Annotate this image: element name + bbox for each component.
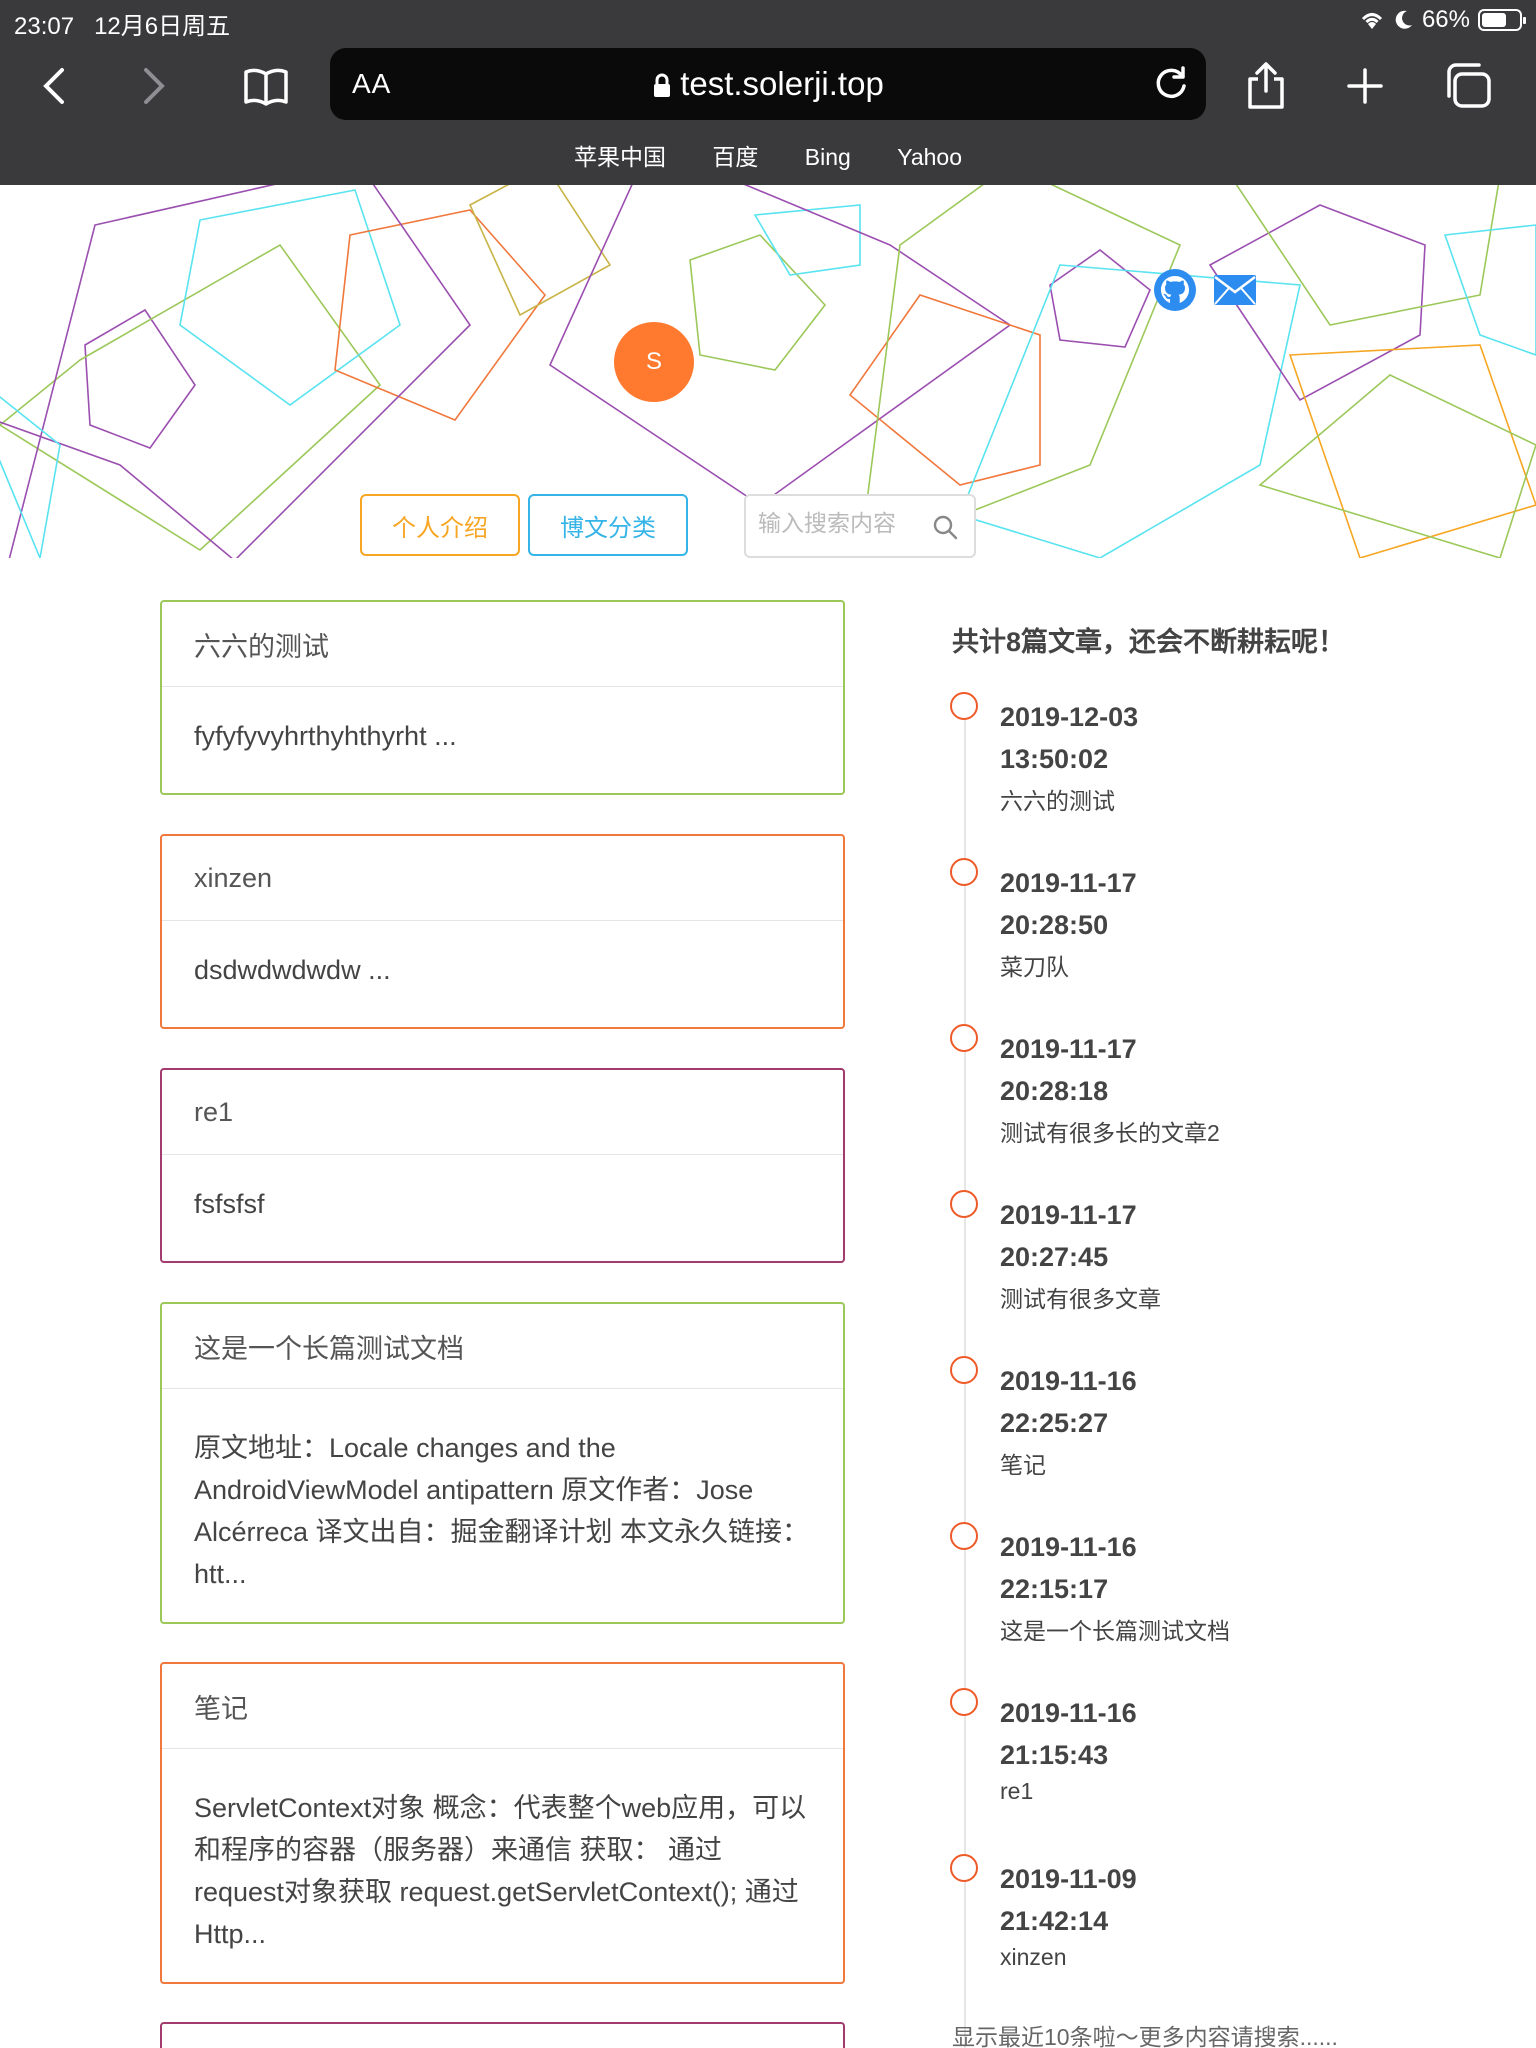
- timeline-time: 13:50:02: [1000, 744, 1109, 774]
- article-title[interactable]: re1: [162, 1070, 843, 1155]
- url-text: test.solerji.top: [680, 65, 884, 102]
- status-date: 12月6日周五: [94, 13, 231, 40]
- timeline-date: 2019-11-16: [1000, 1532, 1137, 1562]
- article-card[interactable]: 六六的测试 fyfyfyvyhrthyhthyrht ...: [160, 600, 845, 795]
- article-title[interactable]: xinzen: [162, 836, 843, 921]
- github-link[interactable]: [1153, 268, 1197, 317]
- avatar[interactable]: S: [614, 322, 694, 402]
- moon-icon: [1395, 10, 1412, 29]
- timeline-date: 2019-11-17: [1000, 868, 1137, 898]
- timeline-dot-icon: [950, 1190, 978, 1218]
- new-tab-button[interactable]: [1337, 58, 1393, 114]
- timeline-dot-icon: [950, 692, 978, 720]
- article-summary: 原文地址：Locale changes and the AndroidViewM…: [194, 1433, 810, 1589]
- forward-button[interactable]: [126, 58, 182, 114]
- timeline-date: 2019-11-17: [1000, 1034, 1137, 1064]
- reload-button[interactable]: [1150, 62, 1192, 109]
- timeline-dot-icon: [950, 1688, 978, 1716]
- share-icon: [1248, 62, 1284, 109]
- timeline-dot-icon: [950, 1356, 978, 1384]
- favorites-bar: 苹果中国 百度 Bing Yahoo: [0, 138, 1536, 172]
- timeline-date: 2019-11-09: [1000, 1864, 1137, 1894]
- status-time: 23:07: [14, 13, 75, 40]
- wifi-icon: [1361, 13, 1383, 29]
- timeline-dot-icon: [950, 1522, 978, 1550]
- favorite-link[interactable]: Yahoo: [897, 144, 962, 170]
- battery-level: [1482, 13, 1506, 27]
- article-summary: ServletContext对象 概念：代表整个web应用，可以和程序的容器（服…: [194, 1793, 807, 1949]
- timeline-dot-icon: [950, 1854, 978, 1882]
- favorite-link[interactable]: Bing: [805, 144, 851, 170]
- email-link[interactable]: [1213, 274, 1257, 311]
- battery-icon: [1478, 9, 1526, 31]
- favorite-link[interactable]: 苹果中国: [574, 144, 666, 170]
- article-card[interactable]: re1 fsfsfsf: [160, 1068, 845, 1263]
- reload-icon: [1156, 66, 1186, 99]
- timeline-time: 20:27:45: [1000, 1242, 1109, 1272]
- timeline-more-note: 显示最近10条啦～更多内容请搜索......: [952, 2024, 1338, 2048]
- lock-icon: [654, 73, 671, 98]
- browser-chrome: 23:07 12月6日周五 66% AA test.solerji.top 苹果…: [0, 0, 1536, 185]
- plus-icon: [1347, 68, 1383, 104]
- timeline-article-title[interactable]: 菜刀队: [1000, 948, 1069, 982]
- favorite-link[interactable]: 百度: [712, 144, 758, 170]
- bookmarks-button[interactable]: [238, 58, 294, 114]
- categories-button[interactable]: 博文分类: [528, 494, 688, 556]
- article-title[interactable]: 笔记: [162, 1664, 843, 1749]
- status-time-date: 23:07 12月6日周五: [14, 6, 230, 41]
- tabs-icon: [1447, 63, 1491, 108]
- article-card[interactable]: 笔记 ServletContext对象 概念：代表整个web应用，可以和程序的容…: [160, 1662, 845, 1984]
- timeline-time: 21:15:43: [1000, 1740, 1109, 1770]
- timeline-date: 2019-12-03: [1000, 702, 1139, 732]
- article-title[interactable]: 六六的测试: [162, 602, 843, 687]
- timeline-article-title[interactable]: 六六的测试: [1000, 782, 1115, 816]
- timeline-article-title[interactable]: 笔记: [1000, 1446, 1046, 1480]
- chevron-left-icon: [43, 68, 64, 104]
- article-summary: dsdwdwdwdw ...: [194, 955, 391, 985]
- about-me-button[interactable]: 个人介绍: [360, 494, 520, 556]
- timeline-time: 20:28:18: [1000, 1076, 1109, 1106]
- timeline-time: 22:15:17: [1000, 1574, 1109, 1604]
- address-bar[interactable]: AA test.solerji.top: [330, 48, 1206, 120]
- timeline-date: 2019-11-16: [1000, 1698, 1137, 1728]
- timeline-article-title[interactable]: 测试有很多长的文章2: [1000, 1114, 1220, 1148]
- article-summary: fsfsfsf: [194, 1189, 265, 1219]
- article-title[interactable]: 这是一个长篇测试文档: [162, 1304, 843, 1389]
- url-display[interactable]: test.solerji.top: [330, 65, 1206, 103]
- back-button[interactable]: [26, 58, 82, 114]
- status-indicators: 66%: [1358, 6, 1526, 34]
- github-icon: [1154, 269, 1196, 311]
- timeline-article-title[interactable]: 测试有很多文章: [1000, 1280, 1161, 1314]
- timeline-article-title[interactable]: 这是一个长篇测试文档: [1000, 1612, 1230, 1646]
- book-icon: [244, 68, 288, 106]
- search-box: [744, 494, 976, 558]
- timeline-date: 2019-11-16: [1000, 1366, 1137, 1396]
- timeline-date: 2019-11-17: [1000, 1200, 1137, 1230]
- article-card[interactable]: xinzen dsdwdwdwdw ...: [160, 834, 845, 1029]
- share-button[interactable]: [1238, 58, 1294, 114]
- timeline-time: 21:42:14: [1000, 1906, 1109, 1936]
- chevron-right-icon: [144, 68, 165, 104]
- mail-icon: [1214, 275, 1256, 305]
- search-icon[interactable]: [932, 514, 958, 540]
- status-bar: 23:07 12月6日周五 66%: [0, 0, 1536, 40]
- timeline-dot-icon: [950, 1024, 978, 1052]
- article-card[interactable]: 这是一个长篇测试文档 原文地址：Locale changes and the A…: [160, 1302, 845, 1624]
- battery-percent: 66%: [1421, 6, 1470, 33]
- tabs-button[interactable]: [1440, 58, 1496, 114]
- article-summary: fyfyfyvyhrthyhthyrht ...: [194, 721, 457, 751]
- timeline-article-title[interactable]: xinzen: [1000, 1944, 1066, 1971]
- timeline-time: 22:25:27: [1000, 1408, 1109, 1438]
- timeline-heading: 共计8篇文章，还会不断耕耘呢！: [952, 627, 1346, 657]
- timeline-dot-icon: [950, 858, 978, 886]
- timeline-article-title[interactable]: re1: [1000, 1778, 1033, 1805]
- search-input[interactable]: [758, 510, 928, 537]
- article-card-partial[interactable]: [160, 2022, 845, 2048]
- timeline-time: 20:28:50: [1000, 910, 1109, 940]
